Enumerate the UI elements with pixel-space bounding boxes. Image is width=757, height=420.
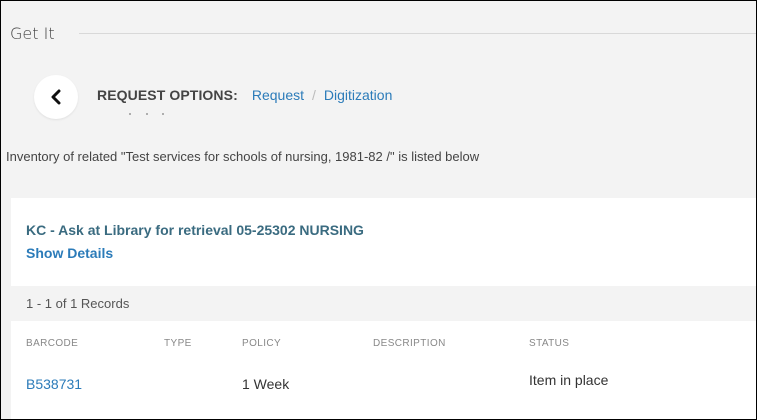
item-barcode-link[interactable]: B538731 bbox=[26, 376, 82, 392]
request-options-label: REQUEST OPTIONS: bbox=[97, 87, 238, 103]
request-options-separator: / bbox=[312, 87, 316, 103]
digitization-link[interactable]: Digitization bbox=[324, 87, 392, 103]
get-it-panel: Get It REQUEST OPTIONS: Request / Digiti… bbox=[0, 0, 757, 420]
records-bar: 1 - 1 of 1 Records bbox=[11, 286, 756, 321]
request-link[interactable]: Request bbox=[252, 87, 304, 103]
section-title: Get It bbox=[10, 23, 55, 43]
back-button[interactable] bbox=[34, 75, 78, 119]
column-header-description: DESCRIPTION bbox=[373, 338, 446, 349]
section-header: Get It bbox=[10, 21, 756, 45]
loading-dots bbox=[129, 113, 169, 119]
item-policy: 1 Week bbox=[242, 376, 290, 392]
column-header-policy: POLICY bbox=[242, 338, 282, 349]
inventory-note: Inventory of related "Test services for … bbox=[6, 149, 480, 164]
chevron-left-icon bbox=[51, 89, 61, 105]
holding-card: KC - Ask at Library for retrieval 05-253… bbox=[11, 198, 756, 419]
column-header-status: STATUS bbox=[529, 338, 570, 349]
records-count: 1 - 1 of 1 Records bbox=[26, 296, 130, 311]
holding-location: KC - Ask at Library for retrieval 05-253… bbox=[26, 222, 364, 238]
column-header-barcode: BARCODE bbox=[26, 338, 79, 349]
item-status: Item in place bbox=[529, 372, 609, 388]
show-details-link[interactable]: Show Details bbox=[26, 245, 113, 261]
section-divider bbox=[78, 32, 756, 34]
request-options: REQUEST OPTIONS: Request / Digitization bbox=[97, 87, 392, 103]
column-header-type: TYPE bbox=[164, 338, 192, 349]
